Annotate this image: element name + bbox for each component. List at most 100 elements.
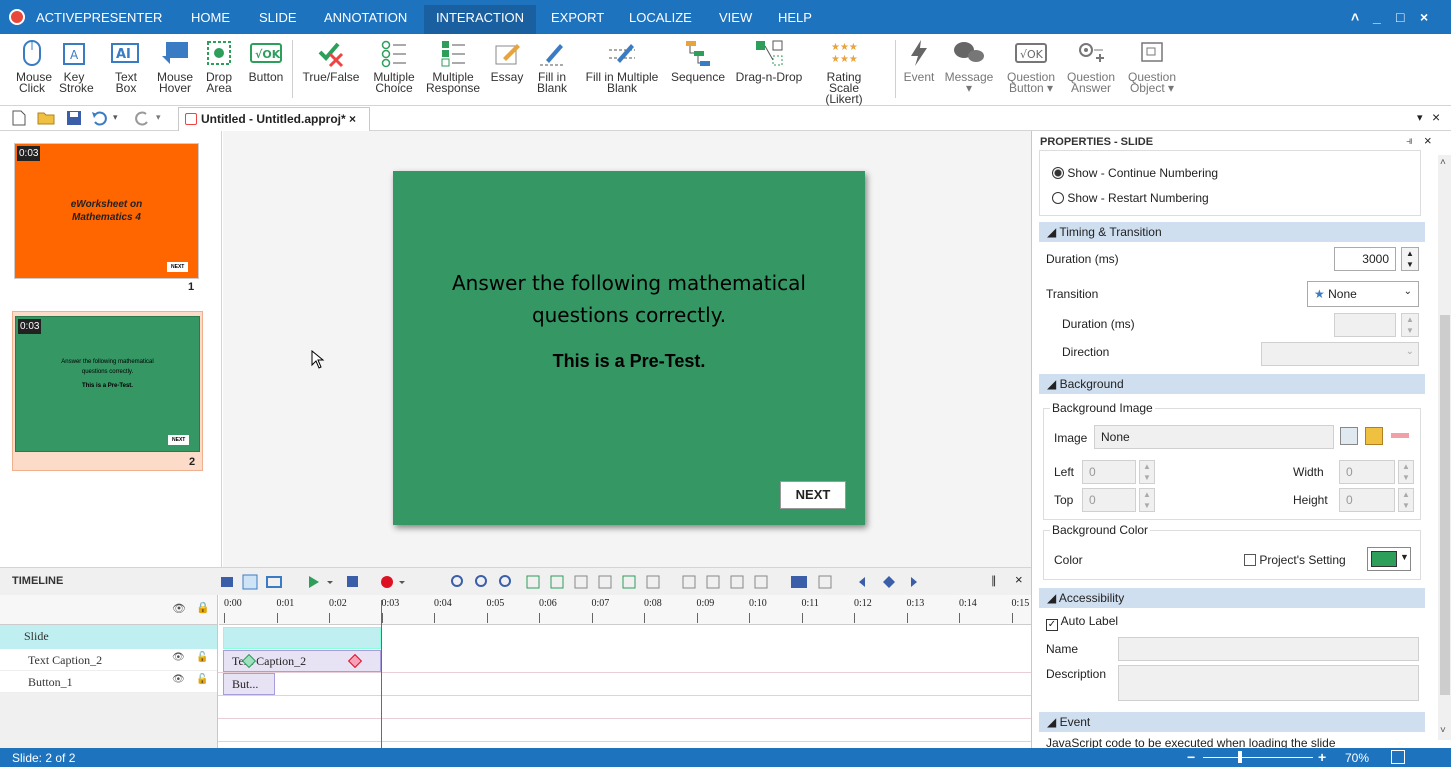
event-section[interactable]: ◢ Event	[1039, 712, 1425, 732]
close-button[interactable]: ×	[1420, 9, 1428, 25]
duration-input[interactable]: 3000	[1334, 247, 1396, 271]
add-marker-icon[interactable]	[883, 576, 895, 588]
stop-icon[interactable]	[347, 576, 358, 587]
zoom-slider-track[interactable]	[1203, 757, 1313, 758]
collapse-ribbon-icon[interactable]: ˄	[1351, 9, 1359, 25]
timeline-row-button[interactable]: Button_1 👁 🔓	[0, 671, 217, 693]
sequence-button[interactable]: Sequence	[668, 38, 728, 83]
tab-export[interactable]: EXPORT	[551, 10, 604, 25]
exit-effect-icon[interactable]	[347, 653, 363, 669]
tab-slide[interactable]: SLIDE	[259, 10, 297, 25]
height-spinner[interactable]: ▲ ▼	[1398, 488, 1414, 512]
left-spinner[interactable]: ▲ ▼	[1139, 460, 1155, 484]
left-input[interactable]: 0	[1082, 460, 1136, 484]
restart-numbering-radio[interactable]: Show - Restart Numbering	[1052, 191, 1209, 205]
align-icon[interactable]	[682, 575, 696, 589]
zoom-in-button[interactable]: +	[1318, 749, 1326, 765]
slide-duration-bar[interactable]	[223, 627, 381, 649]
lock-header-icon[interactable]: 🔒	[196, 601, 210, 614]
question-button-button[interactable]: √OK Question Button ▾	[1003, 38, 1059, 94]
tab-localize[interactable]: LOCALIZE	[629, 10, 692, 25]
undo-dropdown-icon[interactable]: ▾	[113, 112, 118, 123]
background-color-picker[interactable]: ▼	[1367, 547, 1411, 571]
auto-scroll-icon[interactable]	[242, 574, 258, 590]
document-tab-close-icon[interactable]: ×	[349, 112, 356, 126]
visibility-icon[interactable]: 👁	[172, 674, 185, 685]
undo-icon[interactable]	[91, 110, 109, 126]
project-setting-checkbox[interactable]: Project's Setting	[1244, 553, 1346, 567]
slide-thumbnail-2[interactable]: 0:03 Answer the following mathematical q…	[12, 311, 203, 471]
properties-icon[interactable]	[818, 575, 832, 589]
freeze-frame-icon[interactable]	[622, 575, 636, 589]
record-icon[interactable]	[381, 576, 393, 588]
continue-numbering-radio[interactable]: Show - Continue Numbering	[1052, 166, 1218, 180]
zoom-out-button[interactable]: −	[1187, 749, 1195, 765]
distribute-icon[interactable]	[706, 575, 720, 589]
slide-2-editor[interactable]: Answer the following mathematical questi…	[393, 171, 865, 525]
insert-time-icon[interactable]	[526, 575, 540, 589]
text-caption-2[interactable]: Answer the following mathematical questi…	[393, 267, 865, 331]
image-open-icon[interactable]	[1365, 427, 1383, 445]
top-spinner[interactable]: ▲ ▼	[1139, 488, 1155, 512]
accessibility-section[interactable]: ◢ Accessibility	[1039, 588, 1425, 608]
fit-window-icon[interactable]	[1391, 750, 1405, 764]
transition-duration-spinner[interactable]: ▲ ▼	[1401, 313, 1419, 337]
loop-icon[interactable]	[266, 576, 282, 588]
transition-duration-input[interactable]	[1334, 313, 1396, 337]
timeline-ruler[interactable]: 0:00 0:01 0:02 0:03 0:04 0:05 0:06 0:07 0:08 0:09…	[219, 595, 1031, 625]
crop-icon[interactable]	[574, 575, 588, 589]
transition-select[interactable]: ★ None ⌄	[1307, 281, 1419, 307]
direction-select[interactable]: ⌄	[1261, 342, 1419, 366]
panel-options-icon[interactable]: ▾	[1417, 111, 1423, 124]
timeline-row-text-caption[interactable]: Text Caption_2 👁 🔓	[0, 649, 217, 671]
properties-pin-icon[interactable]: ⫣	[1406, 135, 1413, 148]
button-button[interactable]: √OK Button	[246, 38, 286, 83]
tab-annotation[interactable]: ANNOTATION	[324, 10, 407, 25]
app-menu[interactable]: ACTIVEPRESENTER	[36, 10, 162, 25]
text-caption-clip[interactable]: Text Caption_2	[223, 650, 381, 672]
properties-scrollbar[interactable]: ˄ ˅	[1438, 155, 1451, 740]
playhead[interactable]	[381, 600, 382, 748]
zoom-fit-icon[interactable]	[499, 575, 511, 587]
restore-button[interactable]: □	[1396, 9, 1404, 25]
timeline-row-slide[interactable]: Slide	[0, 625, 217, 649]
true-false-button[interactable]: True/False	[299, 38, 363, 83]
image-library-icon[interactable]	[1340, 427, 1358, 445]
rating-scale-button[interactable]: ★★★ ★★★ Rating Scale (Likert)	[814, 38, 874, 105]
previous-marker-icon[interactable]	[859, 577, 865, 587]
background-section[interactable]: ◢ Background	[1039, 374, 1425, 394]
redo-dropdown-icon[interactable]: ▾	[156, 112, 161, 123]
new-file-icon[interactable]	[12, 110, 26, 126]
lock-icon[interactable]: 🔓	[196, 652, 208, 663]
drag-n-drop-button[interactable]: Drag-n-Drop	[732, 38, 806, 83]
timeline-close-icon[interactable]: ×	[1015, 572, 1023, 587]
essay-button[interactable]: Essay	[489, 38, 525, 83]
open-folder-icon[interactable]	[37, 111, 55, 125]
width-spinner[interactable]: ▲ ▼	[1398, 460, 1414, 484]
properties-close-icon[interactable]: ×	[1424, 133, 1432, 148]
drop-area-button[interactable]: Drop Area	[203, 38, 235, 94]
tab-help[interactable]: HELP	[778, 10, 812, 25]
play-dropdown-icon[interactable]	[327, 581, 333, 584]
message-button[interactable]: Message ▾	[942, 38, 996, 94]
multiple-response-button[interactable]: Multiple Response	[426, 38, 480, 94]
tab-home[interactable]: HOME	[191, 10, 230, 25]
play-icon[interactable]	[309, 576, 319, 588]
delete-range-icon[interactable]	[550, 575, 564, 589]
minimize-button[interactable]: _	[1373, 9, 1381, 25]
close-document-icon[interactable]: ×	[1432, 109, 1440, 125]
auto-label-checkbox[interactable]: ✓ Auto Label	[1046, 614, 1118, 631]
visibility-icon[interactable]: 👁	[172, 652, 185, 663]
text-box-button[interactable]: AI Text Box	[108, 38, 144, 94]
audio-icon[interactable]	[730, 575, 744, 589]
multiple-choice-button[interactable]: Multiple Choice	[369, 38, 419, 94]
scroll-up-icon[interactable]: ˄	[1440, 157, 1446, 168]
next-button[interactable]: NEXT	[780, 481, 846, 509]
name-input[interactable]	[1118, 637, 1419, 661]
record-dropdown-icon[interactable]	[399, 581, 405, 584]
button-clip[interactable]: But...	[223, 673, 275, 695]
lock-icon[interactable]: 🔓	[196, 674, 208, 685]
timeline-pin-icon[interactable]: ∥	[991, 574, 997, 587]
speed-icon[interactable]	[646, 575, 660, 589]
slide-thumbnail-1[interactable]: 0:03 eWorksheet on Mathematics 4 NEXT 1	[12, 139, 202, 297]
